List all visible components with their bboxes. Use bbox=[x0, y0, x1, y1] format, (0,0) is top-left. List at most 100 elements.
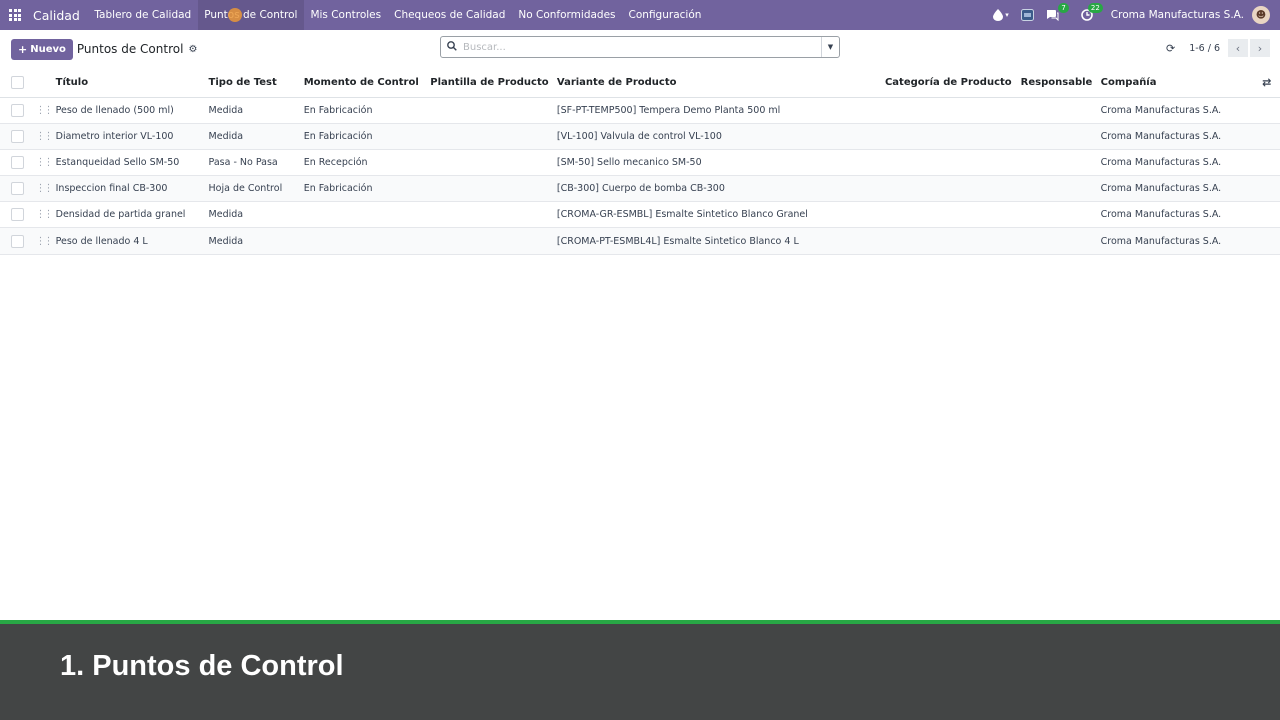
select-all-checkbox[interactable] bbox=[11, 76, 24, 90]
cell-momento-de-control bbox=[300, 228, 427, 254]
cell-compania: Croma Manufacturas S.A. bbox=[1100, 235, 1222, 247]
cell-plantilla-de-producto bbox=[426, 123, 553, 149]
table-row[interactable]: ⋮⋮ Peso de llenado (500 ml) Medida En Fa… bbox=[0, 97, 1280, 124]
table-row[interactable]: ⋮⋮ Estanqueidad Sello SM-50 Pasa - No Pa… bbox=[0, 149, 1280, 176]
search-input[interactable] bbox=[463, 41, 821, 53]
cell-categoria-de-producto bbox=[881, 228, 1017, 254]
new-button-label: Nuevo bbox=[30, 43, 66, 55]
company-switcher[interactable]: Croma Manufacturas S.A. bbox=[1111, 9, 1244, 21]
cell-responsable bbox=[1017, 123, 1097, 149]
menu-configuracion[interactable]: Configuración bbox=[622, 0, 708, 30]
row-checkbox[interactable] bbox=[11, 103, 24, 117]
cell-categoria-de-producto bbox=[881, 202, 1017, 228]
column-header-tipo-de-test[interactable]: Tipo de Test bbox=[205, 69, 300, 97]
column-header-variante-de-producto[interactable]: Variante de Producto bbox=[553, 69, 881, 97]
optional-columns-icon[interactable]: ⇄ bbox=[1262, 76, 1271, 89]
menu-chequeos-de-calidad[interactable]: Chequeos de Calidad bbox=[388, 0, 512, 30]
cell-responsable bbox=[1017, 202, 1097, 228]
menu-no-conformidades[interactable]: No Conformidades bbox=[512, 0, 622, 30]
cell-titulo: Estanqueidad Sello SM-50 bbox=[55, 156, 180, 168]
menu-puntos-de-control[interactable]: Puntos de Control bbox=[197, 0, 304, 30]
page-title[interactable]: Puntos de Control bbox=[77, 42, 184, 56]
cell-momento-de-control: En Fabricación bbox=[303, 183, 373, 195]
cell-plantilla-de-producto bbox=[426, 202, 553, 228]
search-options-toggle[interactable]: ▼ bbox=[821, 37, 839, 57]
control-panel: + Nuevo Puntos de Control ⚙ ▼ ⟳ 1-6 / 6 … bbox=[0, 30, 1280, 68]
column-header-categoria-de-producto[interactable]: Categoría de Producto bbox=[881, 69, 1017, 97]
cell-tipo-de-test: Hoja de Control bbox=[208, 183, 283, 195]
column-header-plantilla-de-producto[interactable]: Plantilla de Producto bbox=[426, 69, 553, 97]
gear-icon[interactable]: ⚙ bbox=[188, 44, 197, 55]
pager-next-button[interactable]: › bbox=[1250, 39, 1270, 57]
plus-icon: + bbox=[18, 42, 28, 56]
cell-momento-de-control: En Fabricación bbox=[303, 104, 373, 116]
pager: ⟳ 1-6 / 6 ‹ › bbox=[1166, 39, 1270, 57]
cell-categoria-de-producto bbox=[881, 123, 1017, 149]
cell-variante-de-producto: [CROMA-PT-ESMBL4L] Esmalte Sintetico Bla… bbox=[556, 235, 799, 247]
cell-responsable bbox=[1017, 228, 1097, 254]
cell-compania: Croma Manufacturas S.A. bbox=[1100, 156, 1222, 168]
debug-icon[interactable]: ▾ bbox=[993, 9, 1009, 21]
pager-value[interactable]: 1-6 / 6 bbox=[1189, 43, 1220, 54]
menu-puntos-de-control-label: Puntos de Control bbox=[204, 9, 298, 21]
drag-handle-icon[interactable]: ⋮⋮ bbox=[35, 209, 51, 220]
search-bar: ▼ bbox=[440, 36, 840, 58]
cell-variante-de-producto: [CB-300] Cuerpo de bomba CB-300 bbox=[556, 183, 725, 195]
table-row[interactable]: ⋮⋮ Diametro interior VL-100 Medida En Fa… bbox=[0, 123, 1280, 150]
table-row[interactable]: ⋮⋮ Densidad de partida granel Medida [CR… bbox=[0, 202, 1280, 228]
column-header-momento-de-control[interactable]: Momento de Control bbox=[300, 69, 427, 97]
messages-icon[interactable]: 7 bbox=[1046, 3, 1069, 21]
cell-titulo: Inspeccion final CB-300 bbox=[55, 183, 168, 195]
cell-responsable bbox=[1017, 149, 1097, 175]
cell-compania: Croma Manufacturas S.A. bbox=[1100, 104, 1222, 116]
select-all-cell bbox=[0, 69, 35, 97]
cell-categoria-de-producto bbox=[881, 176, 1017, 202]
cell-compania: Croma Manufacturas S.A. bbox=[1100, 209, 1222, 221]
cell-responsable bbox=[1017, 97, 1097, 123]
row-checkbox[interactable] bbox=[11, 234, 24, 248]
cell-tipo-de-test: Medida bbox=[208, 104, 244, 116]
cell-titulo: Densidad de partida granel bbox=[55, 209, 186, 221]
cell-tipo-de-test: Pasa - No Pasa bbox=[208, 156, 278, 168]
cell-tipo-de-test: Medida bbox=[208, 209, 244, 221]
list-view-table: Título Tipo de Test Momento de Control P… bbox=[0, 69, 1280, 255]
top-navbar: Calidad Tablero de Calidad Puntos de Con… bbox=[0, 0, 1280, 30]
column-header-responsable[interactable]: Responsable bbox=[1017, 69, 1097, 97]
drag-handle-icon[interactable]: ⋮⋮ bbox=[35, 131, 51, 142]
cell-momento-de-control bbox=[300, 202, 427, 228]
table-row[interactable]: ⋮⋮ Inspeccion final CB-300 Hoja de Contr… bbox=[0, 175, 1280, 202]
cell-variante-de-producto: [VL-100] Valvula de control VL-100 bbox=[556, 130, 722, 142]
row-checkbox[interactable] bbox=[11, 182, 24, 196]
cell-plantilla-de-producto bbox=[426, 176, 553, 202]
cell-variante-de-producto: [SF-PT-TEMP500] Tempera Demo Planta 500 … bbox=[556, 104, 781, 116]
pager-previous-button[interactable]: ‹ bbox=[1228, 39, 1248, 57]
drag-handle-icon[interactable]: ⋮⋮ bbox=[35, 183, 51, 194]
cell-variante-de-producto: [CROMA-GR-ESMBL] Esmalte Sintetico Blanc… bbox=[556, 209, 808, 221]
menu-mis-controles[interactable]: Mis Controles bbox=[304, 0, 388, 30]
drag-handle-icon[interactable]: ⋮⋮ bbox=[35, 157, 51, 168]
row-checkbox[interactable] bbox=[11, 155, 24, 169]
column-header-compania[interactable]: Compañía bbox=[1097, 69, 1250, 97]
drag-handle-icon[interactable]: ⋮⋮ bbox=[35, 105, 51, 116]
apps-menu-icon[interactable] bbox=[0, 0, 30, 30]
cell-plantilla-de-producto bbox=[426, 228, 553, 254]
refresh-icon[interactable]: ⟳ bbox=[1166, 42, 1175, 55]
drag-handle-icon[interactable]: ⋮⋮ bbox=[35, 236, 51, 247]
user-avatar[interactable]: ☻ bbox=[1252, 6, 1270, 24]
cell-tipo-de-test: Medida bbox=[208, 130, 244, 142]
app-brand[interactable]: Calidad bbox=[33, 8, 80, 23]
new-button[interactable]: + Nuevo bbox=[11, 38, 73, 60]
menu-tablero-de-calidad[interactable]: Tablero de Calidad bbox=[88, 0, 198, 30]
cell-variante-de-producto: [SM-50] Sello mecanico SM-50 bbox=[556, 156, 702, 168]
cell-tipo-de-test: Medida bbox=[208, 235, 244, 247]
app-screen-icon[interactable] bbox=[1020, 9, 1034, 21]
table-row[interactable]: ⋮⋮ Peso de llenado 4 L Medida [CROMA-PT-… bbox=[0, 227, 1280, 255]
row-checkbox[interactable] bbox=[11, 208, 24, 222]
cell-momento-de-control: En Recepción bbox=[303, 156, 368, 168]
column-header-titulo[interactable]: Título bbox=[52, 69, 205, 97]
activities-badge: 22 bbox=[1087, 3, 1103, 13]
row-checkbox[interactable] bbox=[11, 129, 24, 143]
tutorial-banner: 1. Puntos de Control bbox=[0, 620, 1280, 720]
banner-title: 1. Puntos de Control bbox=[60, 650, 344, 682]
activities-icon[interactable]: 22 bbox=[1080, 3, 1103, 21]
